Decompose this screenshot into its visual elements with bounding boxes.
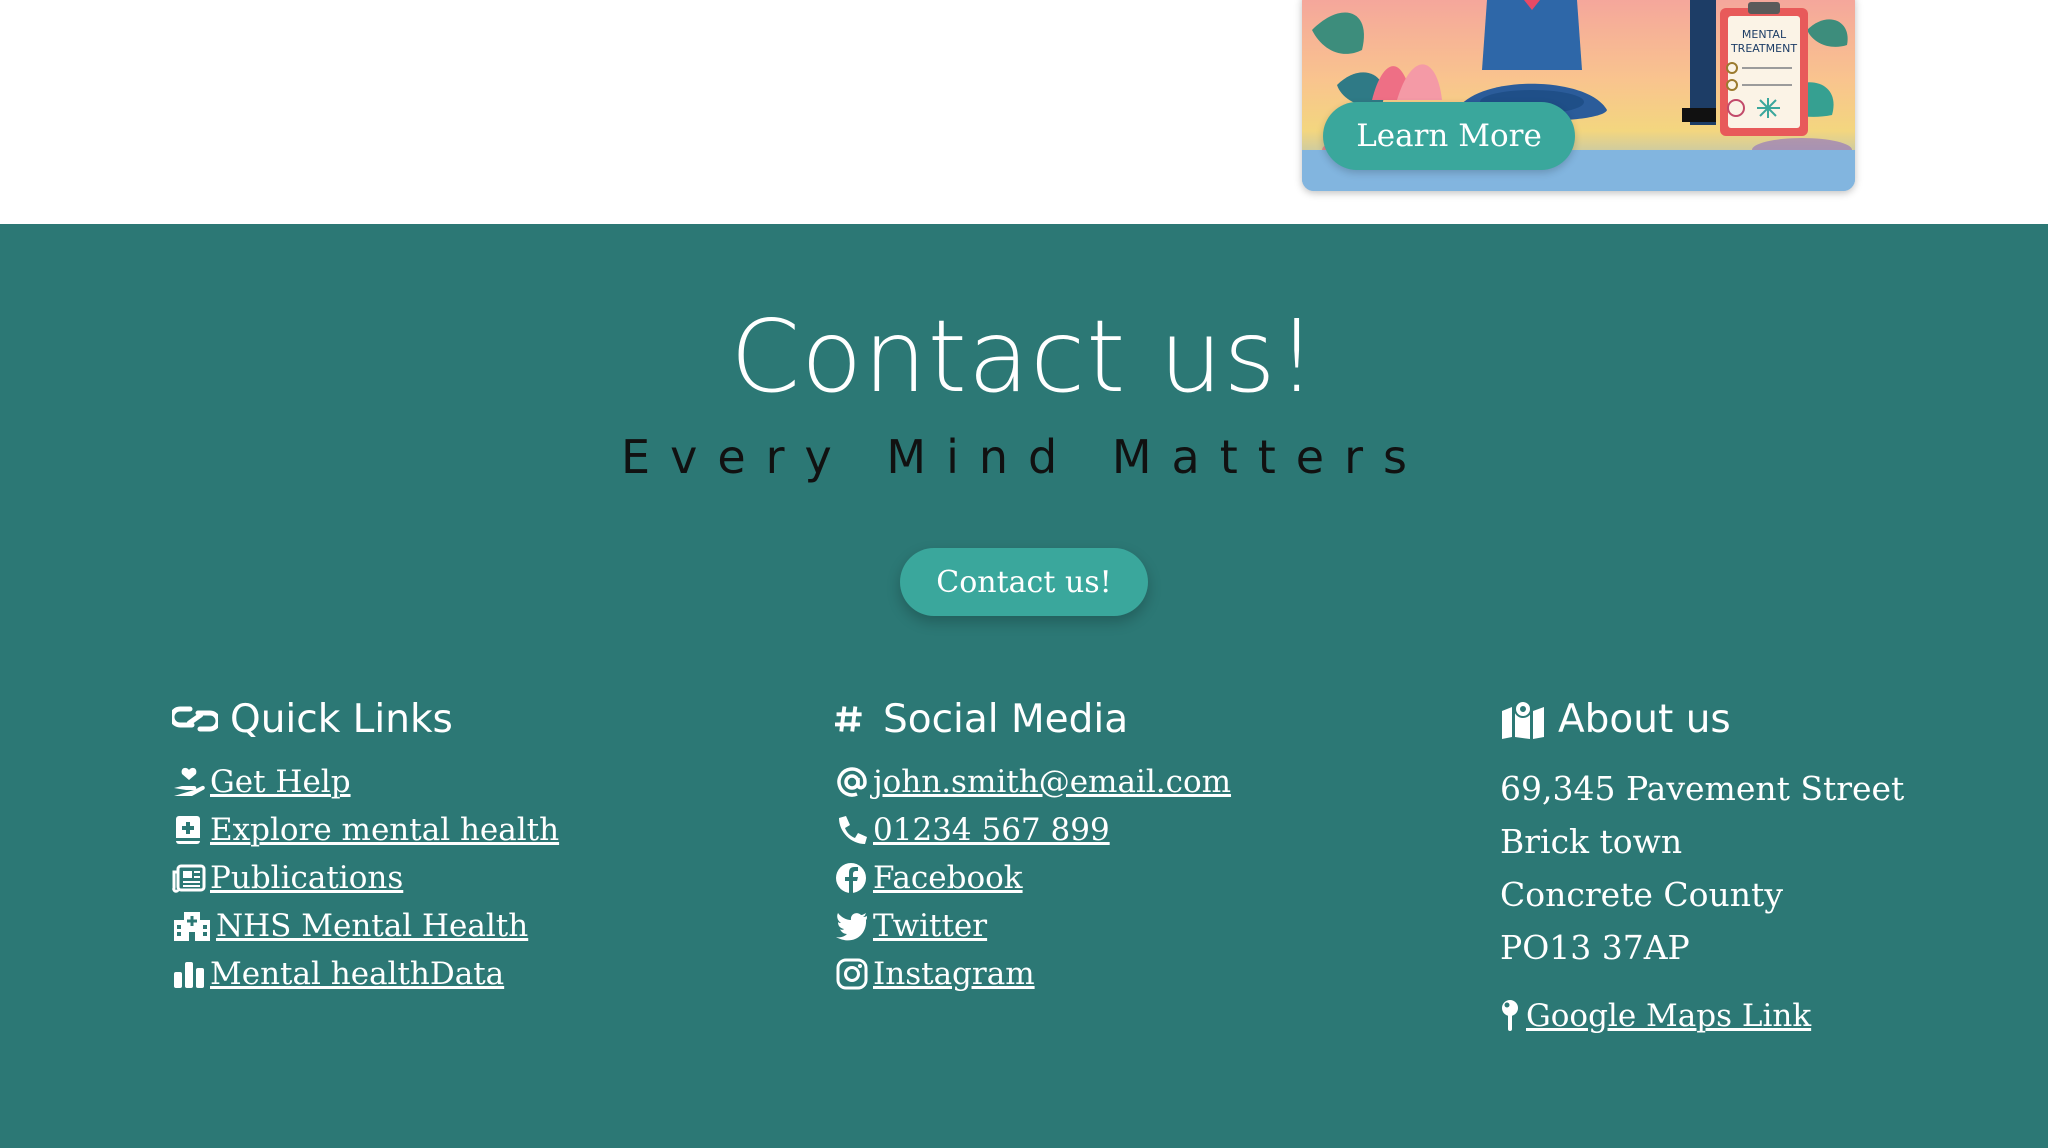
email-link[interactable]: john.smith@email.com xyxy=(873,764,1231,800)
social-media-title-text: Social Media xyxy=(883,696,1129,742)
svg-text:MENTAL: MENTAL xyxy=(1742,28,1787,41)
social-media-column: Social Media john.smith@email.com 01234 … xyxy=(835,694,1231,998)
twitter-link[interactable]: Twitter xyxy=(873,908,987,944)
bar-chart-icon xyxy=(174,962,204,988)
quick-link-get-help[interactable]: Get Help xyxy=(172,758,559,806)
quick-link-explore[interactable]: Explore mental health xyxy=(172,806,559,854)
phone-link[interactable]: 01234 567 899 xyxy=(873,812,1110,848)
map-icon xyxy=(1502,700,1544,739)
social-instagram[interactable]: Instagram xyxy=(835,950,1231,998)
mental-health-data-link[interactable]: Mental healthData xyxy=(210,956,504,992)
medical-book-icon xyxy=(176,816,200,844)
twitter-icon xyxy=(836,913,867,941)
address-block: 69,345 Pavement Street Brick town Concre… xyxy=(1500,762,1904,974)
quick-link-publications[interactable]: Publications xyxy=(172,854,559,902)
social-media-title: Social Media xyxy=(835,694,1231,744)
newspaper-icon xyxy=(172,864,206,893)
tagline: Every Mind Matters xyxy=(621,430,1427,484)
get-help-link[interactable]: Get Help xyxy=(210,764,351,800)
mental-treatment-card: MENTAL TREATMENT Learn More xyxy=(1302,0,1855,191)
google-maps-link[interactable]: Google Maps Link xyxy=(1526,998,1811,1034)
social-email[interactable]: john.smith@email.com xyxy=(835,758,1231,806)
social-phone[interactable]: 01234 567 899 xyxy=(835,806,1231,854)
explore-mental-health-link[interactable]: Explore mental health xyxy=(210,812,559,848)
facebook-link[interactable]: Facebook xyxy=(873,860,1023,896)
map-pin-icon xyxy=(1502,1000,1518,1031)
google-maps-row[interactable]: Google Maps Link xyxy=(1500,992,1904,1040)
quick-links-title: Quick Links xyxy=(172,694,559,744)
about-us-column: About us 69,345 Pavement Street Brick to… xyxy=(1500,694,1904,1040)
quick-links-title-text: Quick Links xyxy=(230,696,453,742)
contact-us-button[interactable]: Contact us! xyxy=(900,548,1148,616)
svg-text:TREATMENT: TREATMENT xyxy=(1730,42,1797,55)
nhs-mental-health-link[interactable]: NHS Mental Health xyxy=(216,908,528,944)
facebook-icon xyxy=(836,863,866,893)
text-fragment-decoration xyxy=(660,0,700,4)
social-facebook[interactable]: Facebook xyxy=(835,854,1231,902)
social-twitter[interactable]: Twitter xyxy=(835,902,1231,950)
address-line: PO13 37AP xyxy=(1500,928,1690,967)
quick-links-column: Quick Links Get Help Explore mental heal… xyxy=(172,694,559,998)
at-icon xyxy=(837,767,867,797)
top-section: MENTAL TREATMENT Learn More xyxy=(0,0,2048,224)
learn-more-button[interactable]: Learn More xyxy=(1323,102,1575,170)
instagram-icon xyxy=(836,958,868,990)
contact-heading: Contact us! xyxy=(730,298,1318,415)
about-us-title: About us xyxy=(1500,694,1904,744)
contact-footer: Contact us! Every Mind Matters Contact u… xyxy=(0,224,2048,1148)
address-line: Concrete County xyxy=(1500,875,1783,914)
instagram-link[interactable]: Instagram xyxy=(873,956,1035,992)
quick-link-data[interactable]: Mental healthData xyxy=(172,950,559,998)
hashtag-icon xyxy=(835,706,862,732)
link-icon xyxy=(172,706,218,732)
address-line: 69,345 Pavement Street xyxy=(1500,769,1905,808)
quick-link-nhs[interactable]: NHS Mental Health xyxy=(172,902,559,950)
hospital-icon xyxy=(174,912,210,941)
about-us-title-text: About us xyxy=(1558,696,1731,742)
clipboard-illustration: MENTAL TREATMENT xyxy=(1720,2,1808,136)
phone-icon xyxy=(839,816,867,844)
hand-holding-heart-icon xyxy=(174,767,205,796)
publications-link[interactable]: Publications xyxy=(210,860,403,896)
address-line: Brick town xyxy=(1500,822,1683,861)
